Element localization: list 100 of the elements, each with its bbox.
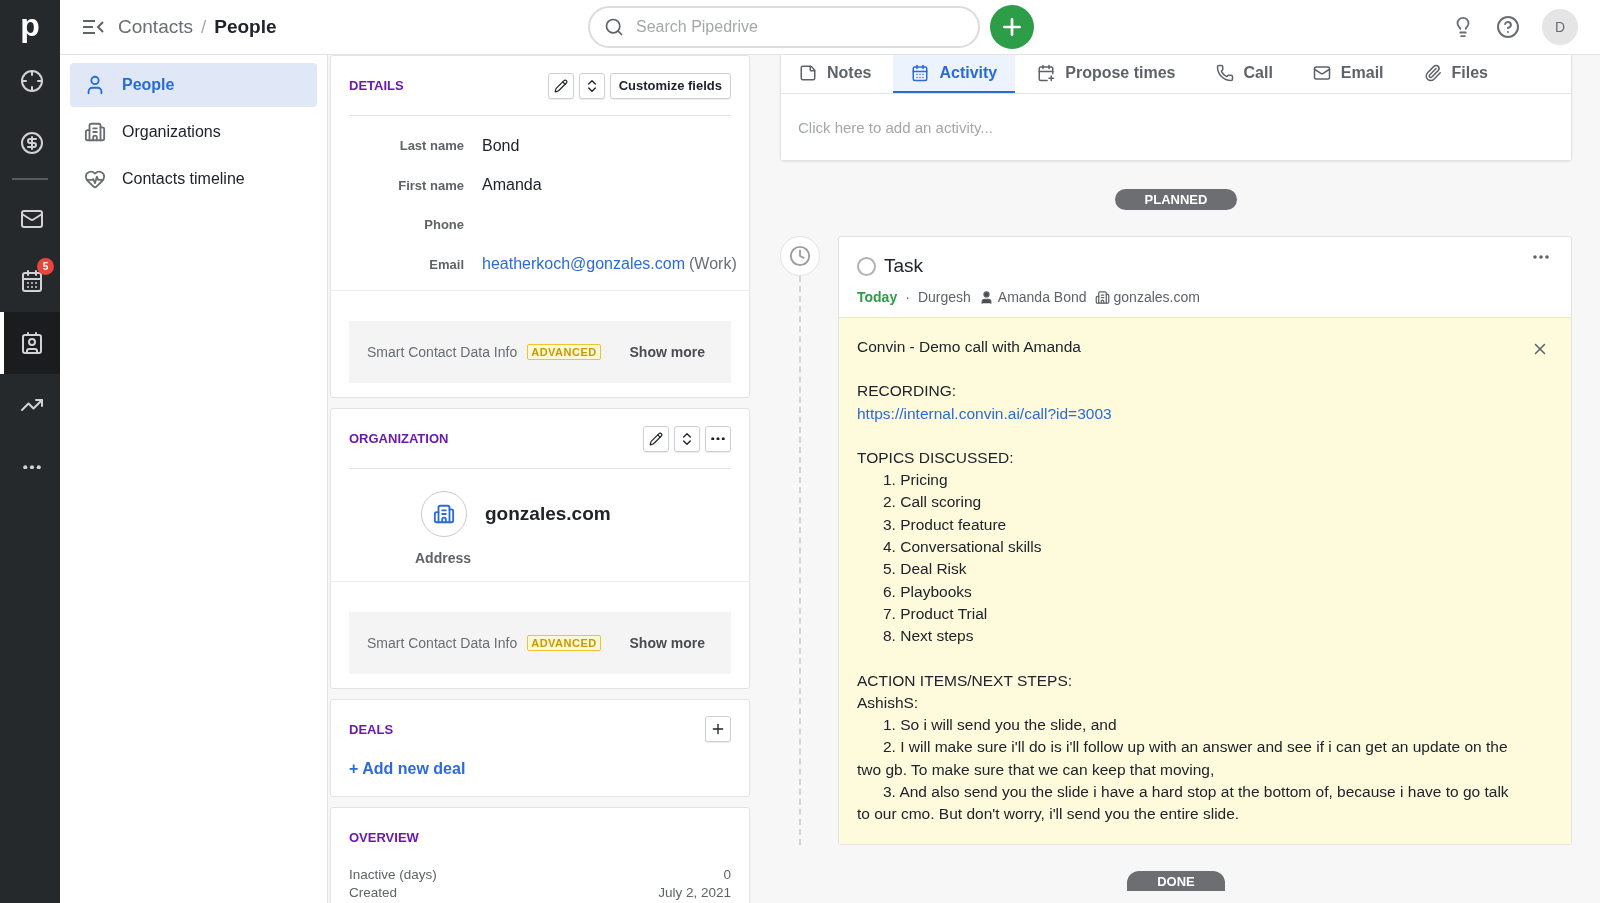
paperclip-icon xyxy=(1423,64,1442,82)
email-link[interactable]: heatherkoch@gonzales.com xyxy=(482,255,686,274)
advanced-badge: ADVANCED xyxy=(527,344,601,360)
show-more-link[interactable]: Show more xyxy=(629,635,705,651)
note-icon xyxy=(799,64,817,82)
heartbeat-icon xyxy=(84,168,106,190)
breadcrumb-item[interactable]: Contacts xyxy=(118,16,193,38)
nav-item[interactable]: Organizations xyxy=(70,110,317,154)
field-value: Amanda xyxy=(482,176,543,195)
field-label: Address xyxy=(415,550,472,566)
more-button[interactable] xyxy=(705,425,731,452)
note-list-item: 7. Product Trial xyxy=(882,603,989,624)
notification-badge: 5 xyxy=(37,258,54,275)
overview-value: 0 xyxy=(723,866,731,884)
mail-icon xyxy=(20,207,44,231)
person-link[interactable]: Amanda Bond xyxy=(997,289,1087,305)
pencil-icon xyxy=(553,78,568,93)
search-input[interactable]: Search Pipedrive xyxy=(634,17,964,37)
task-checkbox[interactable] xyxy=(857,256,876,276)
note-text: AshishS: xyxy=(857,692,920,713)
task-owner: Durgesh xyxy=(917,289,971,305)
dollar-icon xyxy=(20,131,44,155)
note-text: RECORDING: xyxy=(857,381,958,402)
calendar-icon xyxy=(20,269,44,293)
breadcrumb-item[interactable]: People xyxy=(214,16,277,38)
search-field[interactable]: Search Pipedrive xyxy=(588,6,980,48)
nav-item[interactable]: Contacts timeline xyxy=(70,157,317,201)
note-text: ACTION ITEMS/NEXT STEPS: xyxy=(857,670,1074,691)
note-list-item: 5. Deal Risk xyxy=(882,559,968,580)
note-text: Convin - Demo call with Amanda xyxy=(857,337,1082,357)
composer-tab[interactable]: Call xyxy=(1197,55,1291,93)
field-label: Email xyxy=(428,256,464,272)
smart-data-label: Smart Contact Data Info xyxy=(367,635,518,651)
note-text: TOPICS DISCUSSED: xyxy=(857,447,1015,468)
composer-tab[interactable]: Email xyxy=(1294,55,1402,93)
add-button[interactable] xyxy=(990,5,1034,49)
done-label: DONE xyxy=(1127,870,1225,891)
show-more-link[interactable]: Show more xyxy=(629,344,705,360)
help-icon[interactable] xyxy=(1496,15,1520,39)
user-avatar[interactable]: D xyxy=(1542,9,1578,45)
edit-button[interactable] xyxy=(547,72,574,99)
note-list-item: 4. Conversational skills xyxy=(882,537,1043,558)
organization-name[interactable]: gonzales.com xyxy=(485,503,611,525)
person-icon xyxy=(978,289,994,305)
building-icon xyxy=(433,503,455,525)
reorder-button[interactable] xyxy=(674,425,700,452)
customize-fields-button[interactable]: Customize fields xyxy=(609,72,731,99)
add-deal-link[interactable]: + Add new deal xyxy=(349,760,466,778)
composer-tab[interactable]: Propose times xyxy=(1019,55,1194,93)
section-title: OVERVIEW xyxy=(349,829,419,845)
section-title: DETAILS xyxy=(349,78,404,93)
clock-icon xyxy=(789,245,811,267)
building-icon xyxy=(1094,289,1110,305)
add-deal-button[interactable] xyxy=(705,716,731,742)
advanced-badge: ADVANCED xyxy=(527,635,601,651)
recording-link[interactable]: https://internal.convin.ai/call?id=3003 xyxy=(857,404,1112,422)
phone-icon xyxy=(1215,64,1234,82)
field-value: Bond xyxy=(482,136,521,155)
target-icon xyxy=(20,69,44,93)
calendar-plus-icon xyxy=(1037,64,1056,82)
menu-icon[interactable] xyxy=(82,19,104,35)
organization-link[interactable]: gonzales.com xyxy=(1113,289,1200,305)
note-list-item: 3. And also send you the slide i have a hard stop at the bottom of, because i have to go talk to our cmo. But don't worry, i'll send you the entire slide. xyxy=(857,782,1510,825)
plus-icon xyxy=(710,721,726,737)
more-icon[interactable] xyxy=(1533,255,1549,259)
rail-button[interactable]: 5 xyxy=(0,250,60,312)
contact-card-icon xyxy=(20,331,44,355)
section-title: ORGANIZATION xyxy=(349,431,449,446)
note-list-item: 6. Playbooks xyxy=(882,581,973,602)
search-icon xyxy=(604,17,624,37)
smart-data-label: Smart Contact Data Info xyxy=(367,344,518,360)
section-title: DEALS xyxy=(349,721,394,737)
building-icon xyxy=(84,121,106,143)
reorder-button[interactable] xyxy=(578,72,605,99)
edit-button[interactable] xyxy=(643,425,669,452)
more-icon xyxy=(23,464,41,470)
note-list-item: 2. Call scoring xyxy=(882,492,983,513)
overview-label: Inactive (days) xyxy=(349,866,437,884)
field-label: First name xyxy=(397,177,464,193)
composer-tab[interactable]: Notes xyxy=(781,55,890,93)
note-list-item: 3. Product feature xyxy=(882,514,1008,535)
note-list-item: 8. Next steps xyxy=(882,626,975,647)
meta-separator: · xyxy=(905,289,910,305)
breadcrumb-separator: / xyxy=(201,16,207,38)
composer-tab[interactable]: Files xyxy=(1405,55,1506,93)
field-label: Phone xyxy=(423,217,464,233)
calendar-icon xyxy=(911,64,930,82)
due-date: Today xyxy=(857,289,898,305)
composer-tab[interactable]: Activity xyxy=(893,55,1016,93)
app-logo[interactable]: p xyxy=(0,0,60,50)
planned-label: PLANNED xyxy=(1114,189,1238,210)
overview-label: Created xyxy=(349,884,398,902)
note-list-item: 1. Pricing xyxy=(882,470,949,491)
nav-item[interactable]: People xyxy=(70,63,317,107)
overview-value: July 2, 2021 xyxy=(658,884,731,902)
field-label: Last name xyxy=(398,138,464,154)
note-list-item: 2. I will make sure i'll do is i'll follow up with an answer and see if i can get an update on the two gb. To make sure that we can keep that moving, xyxy=(857,737,1509,780)
mail-icon xyxy=(1312,64,1331,82)
pencil-icon xyxy=(649,431,663,446)
task-title[interactable]: Task xyxy=(884,255,924,277)
